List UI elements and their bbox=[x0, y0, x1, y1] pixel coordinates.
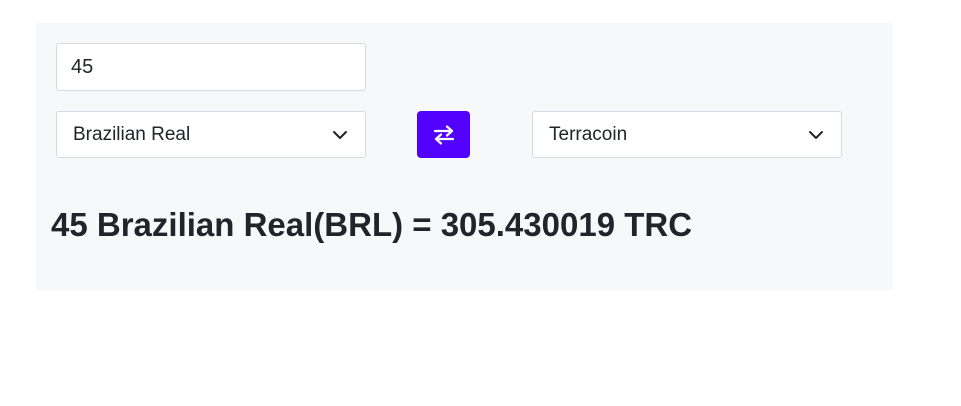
from-currency-label: Brazilian Real bbox=[73, 123, 191, 145]
to-currency-select[interactable]: Terracoin bbox=[532, 111, 842, 158]
chevron-down-icon bbox=[331, 126, 349, 144]
converter-panel: Brazilian Real Terracoin 45 Brazilian Re… bbox=[36, 23, 893, 290]
conversion-result: 45 Brazilian Real(BRL) = 305.430019 TRC bbox=[51, 206, 693, 243]
from-currency-select[interactable]: Brazilian Real bbox=[56, 111, 366, 158]
swap-button[interactable] bbox=[417, 111, 470, 158]
swap-arrows-icon bbox=[432, 124, 456, 145]
to-currency-label: Terracoin bbox=[549, 123, 628, 145]
amount-input[interactable] bbox=[56, 43, 366, 91]
chevron-down-icon bbox=[807, 126, 825, 144]
